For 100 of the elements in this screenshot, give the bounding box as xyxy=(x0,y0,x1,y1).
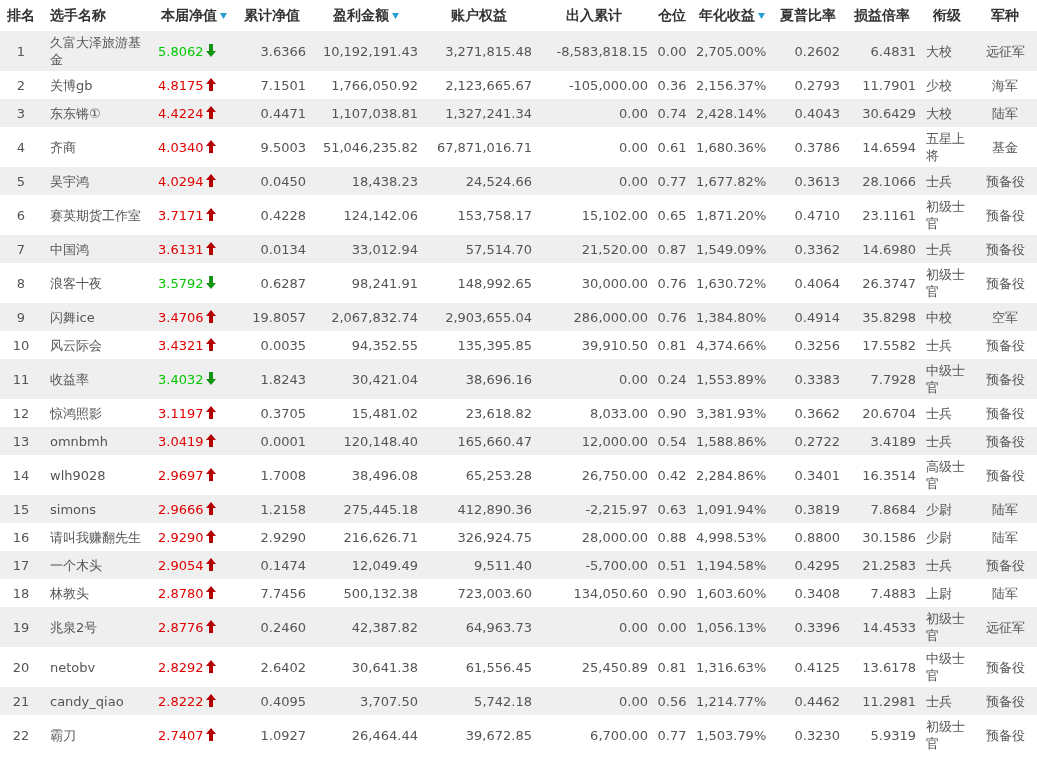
table-cell: 30,641.38 xyxy=(351,659,418,675)
table-cell: 94,352.55 xyxy=(351,337,418,353)
table-cell: 0.81 xyxy=(657,659,687,675)
net-value: 2.8292 xyxy=(158,659,204,675)
rank-number: 4 xyxy=(16,139,26,155)
table-cell: 500,132.38 xyxy=(343,585,418,601)
column-header: 衔级 xyxy=(932,7,961,23)
table-cell: 2,123,665.67 xyxy=(445,77,532,93)
table-cell: 2,156.37% xyxy=(696,77,767,93)
table-cell: 远征军 xyxy=(985,43,1025,59)
table-cell: 士兵 xyxy=(926,241,952,257)
table-cell: 0.4043 xyxy=(794,105,840,121)
table-cell: 2.6402 xyxy=(260,659,306,675)
table-cell: 0.63 xyxy=(657,501,687,517)
player-name: 兆泉2号 xyxy=(50,619,98,635)
net-value: 3.4706 xyxy=(158,309,204,325)
table-cell: 大校 xyxy=(926,105,952,121)
table-cell: 0.2602 xyxy=(794,43,840,59)
table-cell: 1,214.77% xyxy=(696,693,767,709)
table-cell: 286,000.00 xyxy=(573,309,648,325)
column-header[interactable]: 年化收益 xyxy=(699,7,755,23)
table-cell: 0.00 xyxy=(619,693,648,709)
column-header: 排名 xyxy=(7,7,35,23)
table-cell: 0.3613 xyxy=(794,173,840,189)
table-cell: 0.4064 xyxy=(794,275,840,291)
table-cell: 6,700.00 xyxy=(590,727,648,743)
table-cell: 预备役 xyxy=(985,727,1025,743)
table-cell: 0.65 xyxy=(657,207,687,223)
table-cell: 1,091.94% xyxy=(696,501,767,517)
table-cell: 15,102.00 xyxy=(581,207,648,223)
table-cell: 0.77 xyxy=(657,727,687,743)
table-cell: 0.0035 xyxy=(260,337,306,353)
column-header[interactable]: 盈利金额 xyxy=(333,7,389,23)
table-cell: 135,395.85 xyxy=(457,337,532,353)
net-value: 3.4032 xyxy=(158,371,204,387)
table-cell: 陆军 xyxy=(992,105,1018,121)
sort-icon[interactable] xyxy=(758,13,765,19)
table-cell: 士兵 xyxy=(926,557,952,573)
rank-number: 22 xyxy=(12,727,30,743)
table-cell: 98,241.91 xyxy=(351,275,418,291)
table-cell: 42,387.82 xyxy=(351,619,418,635)
rank-number: 16 xyxy=(12,529,30,545)
table-cell: 30,000.00 xyxy=(581,275,648,291)
net-value: 2.8222 xyxy=(158,693,204,709)
rank-number: 19 xyxy=(12,619,30,635)
table-cell: 0.3408 xyxy=(794,585,840,601)
table-cell: 0.00 xyxy=(657,43,687,59)
table-cell: 5.9319 xyxy=(870,727,916,743)
table-cell: 0.00 xyxy=(619,371,648,387)
rank-number: 14 xyxy=(12,467,30,483)
table-cell: 148,992.65 xyxy=(457,275,532,291)
sort-icon[interactable] xyxy=(392,13,399,19)
table-cell: 7.1501 xyxy=(260,77,306,93)
table-cell: 士兵 xyxy=(926,405,952,421)
table-cell: 57,514.70 xyxy=(465,241,532,257)
table-cell: 30,421.04 xyxy=(351,371,418,387)
table-cell: 12,000.00 xyxy=(581,433,648,449)
player-name: wlh9028 xyxy=(50,467,106,483)
player-name: 赛英期货工作室 xyxy=(50,207,141,223)
table-cell: 预备役 xyxy=(985,467,1025,483)
table-cell: 高级士官 xyxy=(926,459,965,491)
table-cell: 1,588.86% xyxy=(696,433,767,449)
table-cell: 2,903,655.04 xyxy=(445,309,532,325)
rank-number: 18 xyxy=(12,585,30,601)
net-value: 2.9054 xyxy=(158,557,204,573)
rank-number: 5 xyxy=(16,173,26,189)
table-cell: 预备役 xyxy=(985,173,1025,189)
table-cell: 1,503.79% xyxy=(696,727,767,743)
table-cell: 275,445.18 xyxy=(343,501,418,517)
rank-number: 2 xyxy=(16,77,26,93)
table-cell: 0.3383 xyxy=(794,371,840,387)
net-value: 4.0294 xyxy=(158,173,204,189)
table-cell: 初级士官 xyxy=(926,267,965,299)
rank-number: 10 xyxy=(12,337,30,353)
table-cell: 326,924.75 xyxy=(457,529,532,545)
table-cell: 预备役 xyxy=(985,693,1025,709)
player-name: 闪舞ice xyxy=(50,309,95,325)
table-cell: 14.4533 xyxy=(862,619,916,635)
table-cell: 0.3705 xyxy=(260,405,306,421)
table-cell: 中校 xyxy=(926,309,952,325)
rank-number: 9 xyxy=(16,309,26,325)
table-cell: 723,003.60 xyxy=(457,585,532,601)
sort-icon[interactable] xyxy=(220,13,227,19)
table-cell: 25,450.89 xyxy=(581,659,648,675)
table-cell: 0.3256 xyxy=(794,337,840,353)
table-cell: 0.88 xyxy=(657,529,687,545)
table-cell: 61,556.45 xyxy=(465,659,532,675)
table-cell: 7.8684 xyxy=(870,501,916,517)
column-header: 军种 xyxy=(991,7,1019,23)
table-cell: 0.4228 xyxy=(260,207,306,223)
rank-number: 21 xyxy=(12,693,30,709)
column-header[interactable]: 本届净值 xyxy=(161,7,217,23)
table-cell: 11.2981 xyxy=(862,693,916,709)
player-name: 风云际会 xyxy=(50,337,102,353)
table-cell: 0.4462 xyxy=(794,693,840,709)
net-value: 3.6131 xyxy=(158,241,204,257)
rank-number: 13 xyxy=(12,433,30,449)
table-cell: 预备役 xyxy=(985,275,1025,291)
table-cell: -8,583,818.15 xyxy=(556,43,648,59)
rank-number: 17 xyxy=(12,557,30,573)
